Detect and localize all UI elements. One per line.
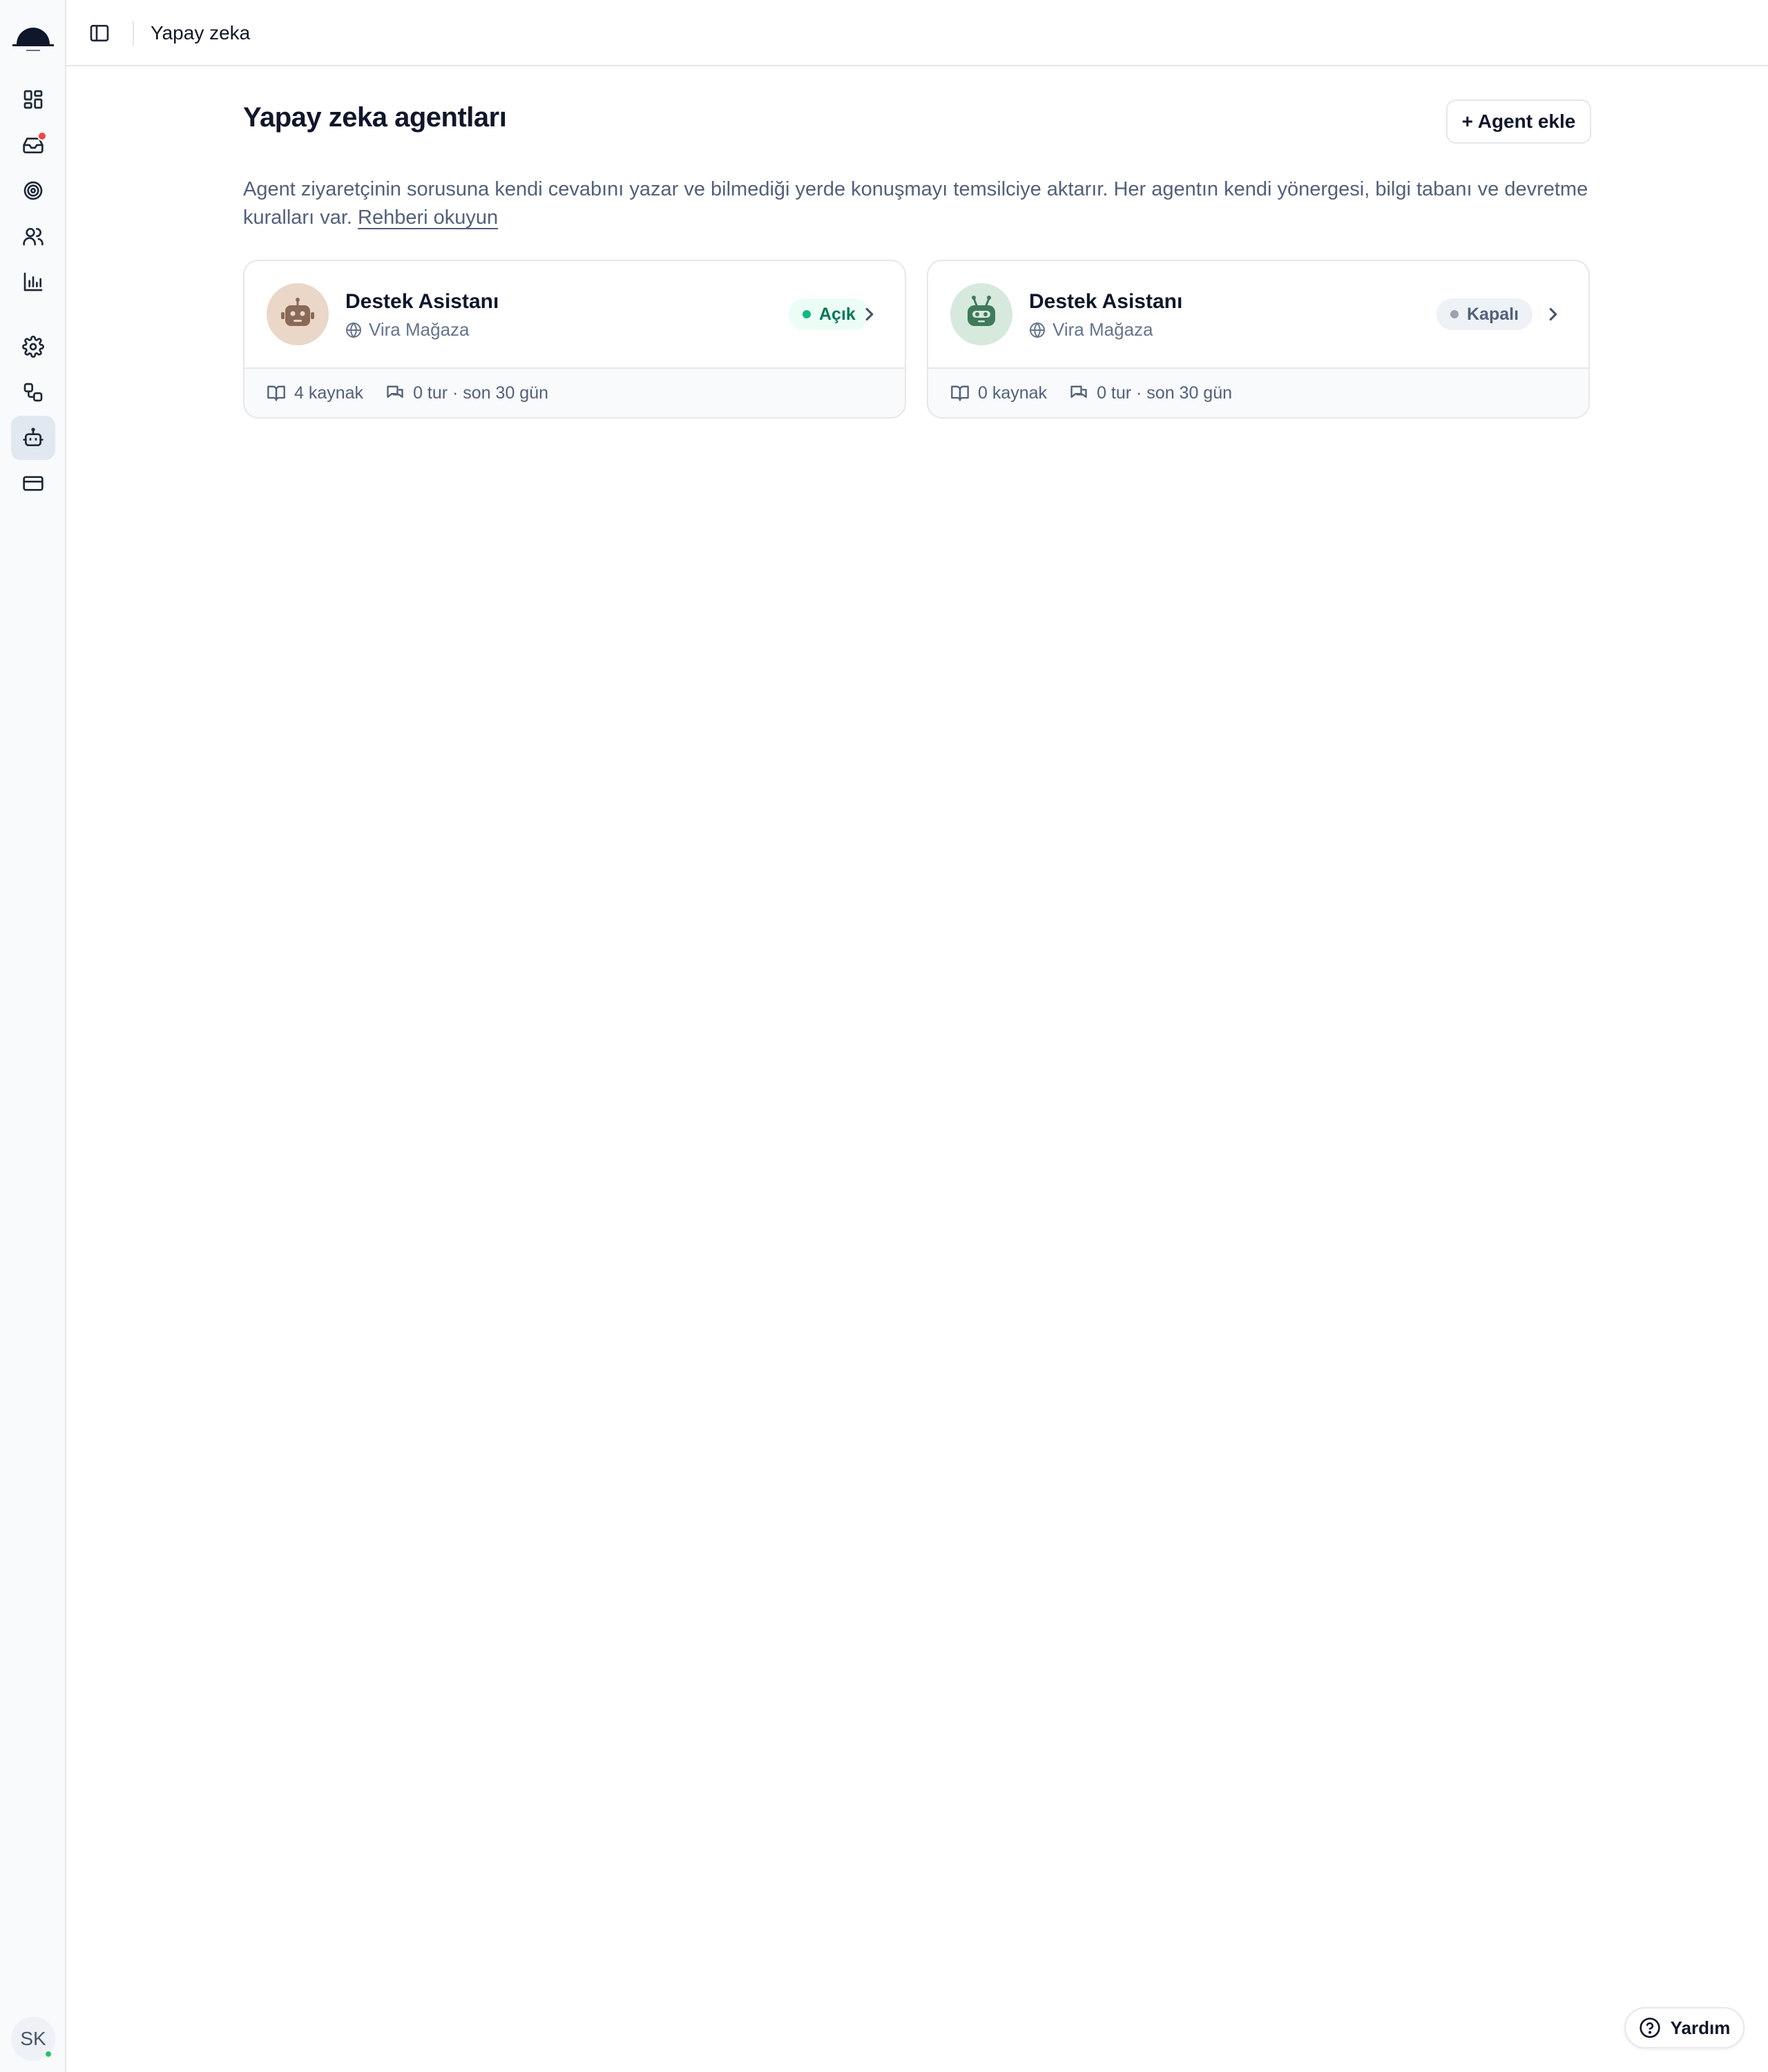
chart-icon (23, 272, 43, 291)
chevron-right-icon[interactable] (1543, 304, 1564, 325)
nav-target[interactable] (11, 169, 55, 213)
nav-settings[interactable] (11, 325, 55, 369)
add-agent-button[interactable]: + Agent ekle (1446, 99, 1591, 144)
agent-avatar (950, 283, 1012, 345)
status-label: Kapalı (1467, 304, 1519, 324)
status-badge: Kapalı (1436, 298, 1533, 330)
sidebar-toggle-icon (90, 25, 109, 41)
notification-dot (37, 131, 47, 141)
breadcrumb: Yapay zeka (151, 22, 251, 44)
chat-bubbles-icon (387, 385, 403, 398)
sources-count: 4 kaynak (294, 383, 364, 403)
chat-bubbles-icon (1070, 385, 1087, 398)
turns-count: 0 tur · son 30 gün (413, 383, 549, 403)
turns-stat: 0 tur · son 30 gün (385, 383, 548, 403)
brand-logo-icon[interactable] (11, 14, 55, 52)
agent-site: Vira Mağaza (345, 319, 470, 340)
agent-card-header: Destek Asistanı Vira Mağaza Kapalı (928, 261, 1588, 367)
help-circle-icon (1639, 2017, 1660, 2038)
book-open-icon (267, 385, 285, 401)
guide-link[interactable]: Rehberi okuyun (358, 207, 498, 229)
globe-icon (346, 321, 361, 338)
robot-icon (281, 298, 314, 326)
sidebar: SK (0, 0, 66, 2072)
gear-icon (22, 336, 44, 358)
topbar: Yapay zeka (66, 0, 1768, 66)
sources-stat: 4 kaynak (267, 383, 363, 403)
agent-card-stats: 4 kaynak 0 tur · son 30 gün (244, 367, 905, 417)
turns-count: 0 tur · son 30 gün (1097, 383, 1233, 403)
agent-card-header: Destek Asistanı Vira Mağaza Açık (244, 261, 905, 367)
nav-users[interactable] (11, 214, 55, 258)
agent-site-name: Vira Mağaza (1053, 319, 1153, 340)
dashboard-icon (23, 90, 43, 109)
book-open-icon (951, 385, 969, 401)
integrations-icon (23, 383, 43, 402)
agent-site: Vira Mağaza (1029, 319, 1153, 340)
user-initials: SK (20, 2028, 46, 2049)
agent-card-stats: 0 kaynak 0 tur · son 30 gün (928, 367, 1588, 417)
agent-card[interactable]: Destek Asistanı Vira Mağaza Kapalı 0 kay… (927, 260, 1590, 419)
users-icon (23, 228, 44, 246)
agent-name: Destek Asistanı (1029, 290, 1183, 313)
nav-billing[interactable] (11, 461, 55, 506)
status-dot (1450, 310, 1459, 318)
page-description: Agent ziyaretçinin sorusuna kendi cevabı… (243, 175, 1597, 232)
sidebar-toggle-button[interactable] (86, 19, 113, 47)
bot-icon (23, 428, 44, 446)
topbar-divider (133, 21, 134, 46)
agent-name: Destek Asistanı (345, 290, 499, 313)
agent-site-name: Vira Mağaza (369, 319, 470, 340)
user-avatar[interactable]: SK (11, 2017, 55, 2061)
page-title: Yapay zeka agentları (243, 102, 507, 133)
globe-icon (1030, 321, 1045, 338)
robot-icon (968, 296, 995, 326)
nav-ai-agents[interactable] (11, 416, 55, 460)
online-status-dot (44, 2050, 52, 2058)
status-dot (803, 310, 811, 318)
help-button[interactable]: Yardım (1624, 2007, 1745, 2049)
nav-inbox[interactable] (11, 123, 55, 167)
sources-stat: 0 kaynak (950, 383, 1047, 403)
agent-card[interactable]: Destek Asistanı Vira Mağaza Açık 4 kayna… (243, 260, 906, 419)
nav-reports[interactable] (11, 260, 55, 304)
target-icon (23, 181, 43, 200)
credit-card-icon (23, 476, 44, 491)
status-label: Açık (819, 304, 856, 324)
sources-count: 0 kaynak (978, 383, 1048, 403)
status-badge: Açık (789, 298, 869, 330)
nav-dashboard[interactable] (11, 77, 55, 122)
turns-stat: 0 tur · son 30 gün (1069, 383, 1232, 403)
nav-integrations[interactable] (11, 370, 55, 414)
agent-avatar (267, 283, 329, 345)
chevron-right-icon[interactable] (859, 304, 880, 325)
help-label: Yardım (1670, 2017, 1731, 2038)
